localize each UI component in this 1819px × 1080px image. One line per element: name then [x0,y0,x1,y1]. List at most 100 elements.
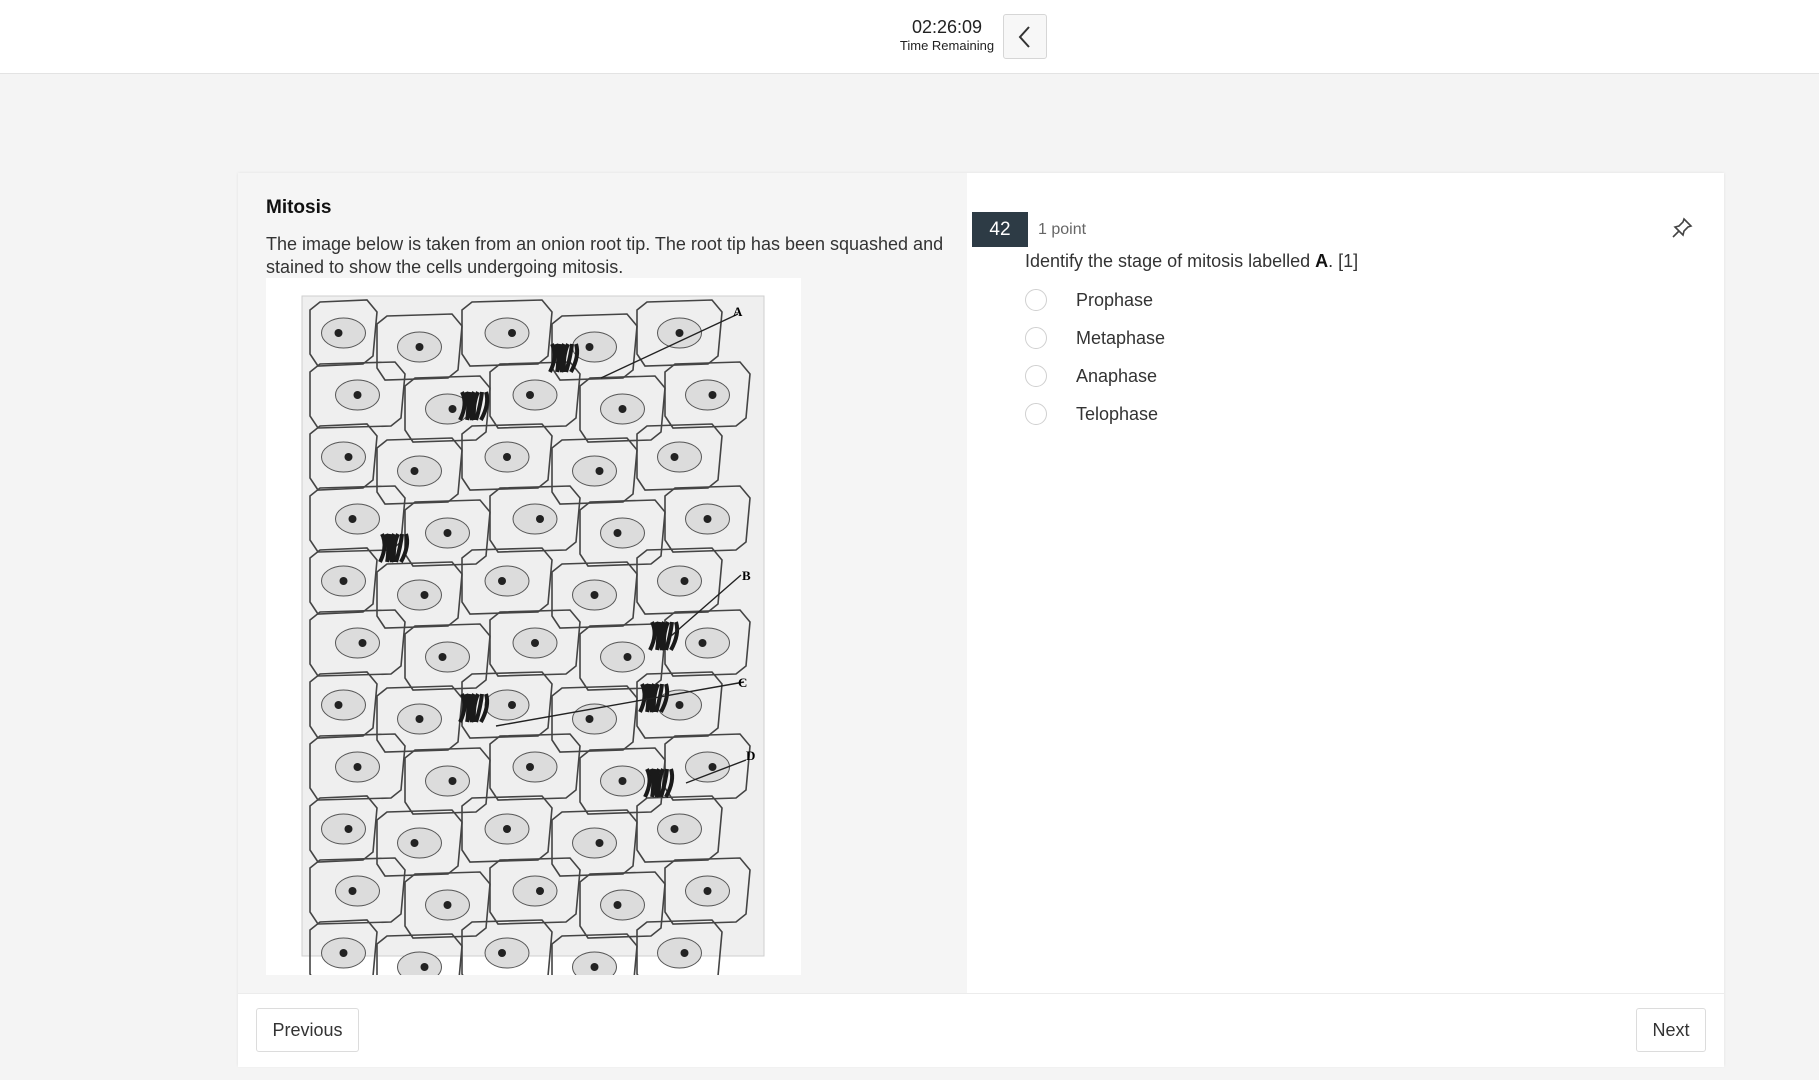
cell-nucleus [321,317,366,349]
nucleolus [708,391,717,399]
option-label: Anaphase [1076,365,1158,386]
nucleolus [508,329,516,337]
question-number-badge: 42 [972,212,1028,247]
cell-nucleus [657,813,702,845]
option-metaphase[interactable]: Metaphase [1025,319,1165,357]
previous-button[interactable]: Previous [256,1008,359,1052]
nucleolus [531,639,539,647]
radio-button[interactable] [1025,289,1047,311]
cell-nucleus [484,937,530,969]
nucleolus [344,453,353,461]
nucleolus [590,591,599,599]
nucleolus [353,763,362,771]
cell-nucleus [321,689,366,721]
nucleolus [498,949,506,957]
nucleolus [410,467,419,475]
cell-nucleus [512,751,558,783]
nucleolus [585,715,594,723]
cell-nucleus [600,641,645,673]
cell-nucleus [484,317,530,349]
radio-button[interactable] [1025,327,1047,349]
nucleolus [344,825,353,833]
cell-nucleus [484,565,530,597]
cell-nucleus [657,937,702,969]
nucleolus [590,963,599,971]
passage-text: The image below is taken from an onion r… [266,234,944,277]
nucleolus [585,343,594,351]
cell-nucleus [484,689,530,721]
nucleolus [358,639,367,647]
option-label: Metaphase [1076,327,1166,348]
passage-pane: Mitosis The image below is taken from an… [238,173,967,1001]
collapse-timer-button[interactable] [1003,14,1047,59]
onion-root-tip-figure: A B C D [266,278,801,1001]
nucleolus [420,963,429,971]
nucleolus [595,467,604,475]
nucleolus [498,577,506,585]
option-anaphase[interactable]: Anaphase [1025,357,1165,395]
nucleolus [595,839,604,847]
cell-nucleus [425,641,470,673]
nucleolus [415,715,424,723]
question-text-before: Identify the stage of mitosis labelled [1025,251,1316,271]
nucleolus [410,839,419,847]
question-card: Mitosis The image below is taken from an… [238,173,1724,1067]
question-points: 1 point [1038,221,1087,238]
cell-nucleus [572,455,617,487]
nucleolus [348,515,357,523]
radio-button[interactable] [1025,365,1047,387]
figure-label-c: C [738,675,747,690]
cell-nucleus [335,627,380,659]
cell-nucleus [335,875,380,907]
figure-label-b: B [742,568,751,583]
nucleolus [448,405,457,413]
question-text-after: . [1] [1328,251,1359,271]
nucleolus [526,391,534,399]
cell-nucleus [512,503,558,535]
top-bar: 02:26:09 Time Remaining [0,0,1819,74]
cell-nucleus [397,579,442,611]
nucleolus [443,529,452,537]
nucleolus [348,887,357,895]
next-button[interactable]: Next [1636,1008,1706,1052]
cell-nucleus [572,827,617,859]
question-text-bold: A [1315,251,1329,271]
chevron-left-icon [1018,25,1030,48]
nucleolus [680,577,689,585]
cell-nucleus [397,455,442,487]
radio-button[interactable] [1025,403,1047,425]
cell-nucleus [657,441,702,473]
pin-question-button[interactable] [1669,215,1695,241]
nucleolus [613,529,622,537]
option-prophase[interactable]: Prophase [1025,281,1165,319]
nucleolus [503,825,511,833]
pin-icon [1672,217,1693,238]
figure-label-d: D [746,748,755,763]
nucleolus [708,763,717,771]
cell-nucleus [685,379,730,411]
answer-options: Prophase Metaphase Anaphase Telophase [1025,281,1165,433]
figure-label-a: A [733,304,743,319]
nucleolus [670,453,679,461]
cell-nucleus [657,565,702,597]
cell-nucleus [321,441,366,473]
nucleolus [675,701,684,709]
cell-nucleus [600,889,645,921]
timer-value: 02:26:09 [911,17,983,37]
question-text: Identify the stage of mitosis labelled A… [1025,251,1358,272]
nucleolus [670,825,679,833]
nucleolus [334,329,343,337]
nucleolus [618,405,627,413]
option-label: Telophase [1076,403,1159,424]
nucleolus [339,949,348,957]
passage-title: Mitosis [266,197,332,218]
nucleolus [526,763,534,771]
cell-nucleus [397,827,442,859]
nucleolus [698,639,707,647]
nucleolus [703,515,712,523]
cell-nucleus [321,813,366,845]
option-telophase[interactable]: Telophase [1025,395,1165,433]
nucleolus [536,887,544,895]
cell-nucleus [425,765,470,797]
cell-nucleus [512,875,558,907]
